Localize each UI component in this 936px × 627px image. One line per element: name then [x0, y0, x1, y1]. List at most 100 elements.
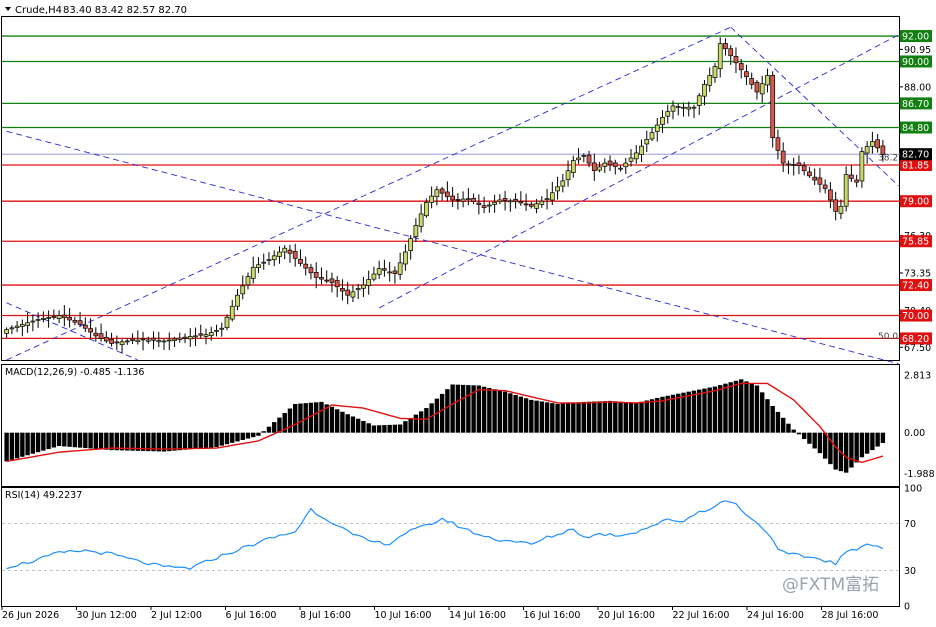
macd-hist-bar-75 [397, 424, 403, 433]
macd-hist-bar-92 [487, 387, 492, 433]
level-badge-text-6: 75.85 [902, 237, 929, 248]
level-badge-text-5: 79.00 [902, 197, 929, 208]
candle-body-64 [340, 287, 345, 292]
macd-hist-bar-3 [20, 432, 25, 457]
macd-hist-bar-110 [581, 401, 586, 433]
macd-hist-bar-137 [723, 383, 728, 433]
macd-hist-bar-162 [854, 432, 859, 463]
macd-hist-bar-97 [513, 394, 518, 433]
fxtm-watermark: @FXTM富拓 [782, 575, 880, 595]
macd-hist-bar-160 [843, 432, 849, 473]
macd-hist-bar-51 [272, 422, 277, 433]
level-badge-text-7: 72.40 [902, 281, 929, 292]
candle-body-25 [135, 339, 141, 343]
candle-body-158 [833, 199, 839, 212]
price-chart-svg: 38.2 50.0 MACD(12,26,9) -0.485 -1.136 RSI… [1, 5, 935, 621]
candle-body-27 [145, 339, 151, 342]
candle-body-39 [208, 332, 214, 337]
macd-hist-bar-132 [697, 389, 702, 433]
candle-body-128 [675, 106, 681, 108]
candle-body-24 [130, 338, 135, 341]
candle-body-61 [324, 279, 330, 282]
macd-hist-bar-76 [403, 421, 408, 433]
macd-hist-bar-8 [46, 432, 51, 450]
macd-hist-bar-69 [366, 423, 371, 433]
price-pane-frame [1, 16, 900, 361]
candle-body-70 [371, 273, 377, 280]
candle-body-136 [717, 43, 723, 70]
x-tick-label-9: 22 Jul 16:00 [673, 610, 730, 621]
macd-hist-bar-19 [104, 432, 109, 450]
macd-hist-bar-108 [571, 402, 576, 433]
macd-hist-bar-78 [413, 414, 419, 433]
candle-body-121 [639, 145, 644, 155]
candle-body-16 [88, 328, 93, 333]
candle-body-151 [796, 162, 802, 166]
macd-hist-bar-100 [529, 399, 534, 433]
macd-hist-bar-155 [817, 432, 823, 454]
macd-hist-bar-86 [455, 384, 461, 433]
candle-body-49 [261, 261, 267, 264]
chart-symbol: Crude,H4 [15, 5, 62, 16]
candle-body-157 [828, 189, 833, 201]
candle-body-5 [30, 320, 36, 323]
macd-hist-bar-33 [177, 432, 182, 451]
rsi-tick-label-2: 30 [904, 566, 916, 577]
candle-body-47 [250, 266, 256, 279]
trend-line-2 [6, 130, 899, 365]
candle-body-166 [875, 139, 880, 149]
macd-hist-bar-84 [445, 389, 450, 433]
candle-body-1 [9, 327, 15, 330]
candle-body-21 [114, 341, 120, 344]
x-tick-label-7: 16 Jul 16:00 [524, 610, 581, 621]
candle-body-91 [481, 205, 487, 208]
candle-body-100 [528, 203, 534, 207]
x-tick-label-3: 6 Jul 16:00 [226, 610, 277, 621]
macd-hist-bar-67 [355, 418, 361, 433]
macd-hist-bar-71 [376, 425, 382, 433]
candle-body-98 [518, 201, 524, 204]
macd-hist-bar-117 [618, 401, 623, 433]
macd-hist-bar-93 [492, 389, 497, 433]
macd-hist-bar-142 [749, 383, 754, 433]
macd-hist-bar-16 [88, 432, 93, 449]
candle-body-85 [450, 195, 455, 201]
macd-hist-bar-153 [807, 432, 812, 444]
candle-body-123 [649, 132, 655, 140]
macd-hist-bar-107 [565, 403, 571, 433]
candle-body-103 [544, 198, 550, 201]
candle-body-34 [182, 336, 188, 339]
macd-hist-bar-45 [240, 432, 245, 440]
candle-body-46 [245, 276, 251, 286]
candle-body-133 [702, 83, 707, 97]
macd-hist-bar-130 [686, 391, 691, 433]
candle-body-59 [313, 271, 319, 278]
candle-body-15 [82, 324, 88, 329]
candle-body-127 [670, 105, 676, 112]
macd-hist-bar-156 [822, 432, 828, 459]
trend-line-0 [6, 26, 731, 361]
macd-hist-bar-123 [649, 399, 655, 433]
macd-hist-bar-12 [67, 432, 72, 447]
macd-hist-bar-13 [72, 432, 78, 448]
candle-body-72 [382, 268, 387, 271]
macd-hist-bar-102 [539, 401, 545, 433]
candle-body-94 [497, 199, 503, 203]
macd-hist-bar-138 [728, 382, 733, 433]
candle-body-130 [686, 106, 692, 110]
macd-hist-bar-118 [623, 402, 628, 433]
level-badge-text-0: 92.00 [902, 32, 929, 43]
macd-hist-bar-10 [56, 432, 62, 447]
candle-body-89 [471, 197, 476, 202]
macd-hist-bar-125 [660, 396, 665, 433]
chart-ohlc: 83.40 83.42 82.57 82.70 [63, 5, 187, 16]
macd-hist-bar-105 [555, 403, 560, 433]
candle-body-93 [492, 202, 497, 205]
macd-hist-bar-55 [293, 403, 298, 433]
candle-body-87 [460, 198, 466, 202]
candle-body-92 [487, 204, 492, 207]
macd-hist-bar-1 [9, 432, 15, 460]
candle-body-101 [534, 203, 539, 209]
candle-body-50 [266, 259, 272, 261]
candle-body-140 [738, 63, 744, 71]
